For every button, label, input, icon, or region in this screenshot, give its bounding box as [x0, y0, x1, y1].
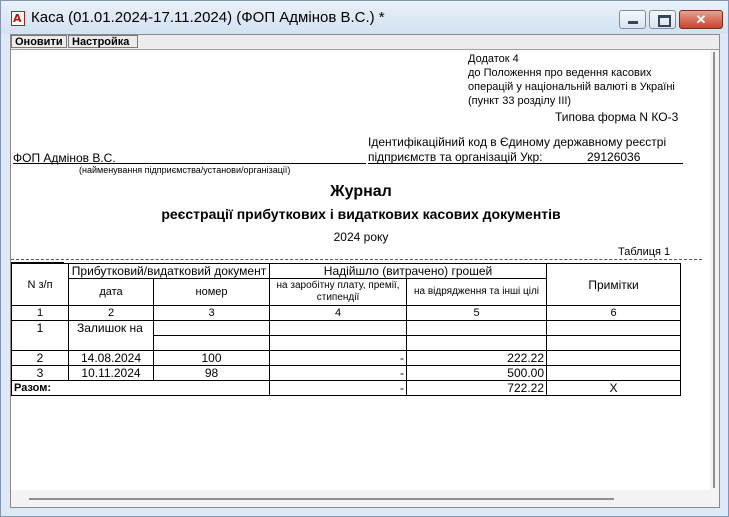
col-num-1: 1: [11, 305, 69, 321]
balance-label: Залишок на: [68, 320, 154, 351]
header-num: N з/п: [11, 263, 69, 306]
code-label-1: Ідентифікаційний код в Єдиному державном…: [368, 135, 667, 149]
header-received: Надійшло (витрачено) грошей: [269, 263, 547, 279]
col-num-3: 3: [153, 305, 270, 321]
table-row: 3 10.11.2024 98 - 500.00: [11, 365, 681, 381]
journal-title: Журнал: [330, 183, 392, 200]
header-date: дата: [68, 278, 154, 306]
row-number: 100: [153, 350, 270, 366]
row-num: 3: [11, 365, 69, 381]
row-number: 98: [153, 365, 270, 381]
balance-salary-2: [269, 335, 407, 351]
refresh-button[interactable]: Оновити: [11, 35, 67, 48]
column-number-row: 1 2 3 4 5 6: [11, 305, 681, 321]
appendix-line-3: операцій у національній валюті в Україні: [468, 81, 675, 93]
balance-travel-2: [406, 335, 547, 351]
title-bar[interactable]: A Каса (01.01.2024-17.11.2024) (ФОП Адмі…: [1, 1, 728, 34]
close-button[interactable]: ✕: [679, 10, 723, 29]
settings-button[interactable]: Настройка: [68, 35, 138, 48]
header-number: номер: [153, 278, 270, 306]
row-date: 10.11.2024: [68, 365, 154, 381]
balance-note-2: [546, 335, 681, 351]
header-travel: на відрядження та інші цілі: [406, 278, 547, 306]
code-label-2: підприємств та організацій Укр:: [368, 150, 543, 164]
appendix-line-2: до Положення про ведення касових: [468, 67, 652, 79]
row-salary: -: [269, 350, 407, 366]
minimize-button[interactable]: [619, 10, 646, 29]
company-underline: [13, 163, 366, 164]
journal-year: 2024 року: [333, 230, 389, 244]
balance-note: [546, 320, 681, 336]
company-caption: (найменування підприємства/установи/орга…: [79, 165, 291, 175]
journal-subtitle: реєстрації прибуткових і видаткових касо…: [161, 206, 561, 222]
table-label: Таблиця 1: [618, 246, 671, 258]
maximize-icon: [658, 15, 671, 27]
total-salary: -: [269, 380, 407, 396]
horizontal-scrollbar[interactable]: [11, 490, 719, 507]
horizontal-scroll-track[interactable]: [29, 498, 614, 500]
appendix-line-1: Додаток 4: [468, 53, 519, 65]
balance-number: [153, 320, 270, 336]
document-view: Додаток 4 до Положення про ведення касов…: [11, 50, 711, 490]
window-title: Каса (01.01.2024-17.11.2024) (ФОП Адміно…: [31, 9, 385, 26]
vertical-scroll-track[interactable]: [713, 52, 715, 488]
vertical-scrollbar[interactable]: [710, 50, 719, 490]
total-row: Разом: - 722.22 X: [11, 380, 681, 396]
code-value: 29126036: [587, 150, 641, 164]
toolbar: Оновити Настройка: [11, 35, 719, 50]
balance-travel: [406, 320, 547, 336]
total-travel: 722.22: [406, 380, 547, 396]
header-salary: на заробітну плату, премії, стипендії: [269, 278, 407, 306]
balance-number-2: [153, 335, 270, 351]
total-label: Разом:: [11, 380, 270, 396]
page-break-line: [11, 259, 702, 260]
table-row: 2 14.08.2024 100 - 222.22: [11, 350, 681, 366]
total-note: X: [546, 380, 681, 396]
app-window: A Каса (01.01.2024-17.11.2024) (ФОП Адмі…: [0, 0, 729, 517]
form-type: Типова форма N КО-3: [555, 110, 679, 124]
col-num-2: 2: [68, 305, 154, 321]
maximize-button[interactable]: [649, 10, 676, 29]
row-note: [546, 365, 681, 381]
row-note: [546, 350, 681, 366]
app-icon[interactable]: A: [11, 11, 25, 26]
row-travel: 500.00: [406, 365, 547, 381]
col-num-5: 5: [406, 305, 547, 321]
balance-salary: [269, 320, 407, 336]
balance-row: 1 Залишок на: [11, 320, 681, 351]
col-num-4: 4: [269, 305, 407, 321]
journal-table: N з/п Прибутковий/видатковий документ На…: [11, 263, 681, 396]
report-panel: Оновити Настройка Додаток 4 до Положення…: [10, 34, 720, 508]
close-icon: ✕: [695, 12, 707, 27]
row-travel: 222.22: [406, 350, 547, 366]
row-salary: -: [269, 365, 407, 381]
balance-num: 1: [11, 320, 69, 351]
header-notes: Примітки: [546, 263, 681, 306]
code-underline: [368, 163, 683, 164]
minimize-icon: [628, 21, 638, 24]
row-date: 14.08.2024: [68, 350, 154, 366]
appendix-line-4: (пункт 33 розділу ІІІ): [468, 95, 572, 107]
row-num: 2: [11, 350, 69, 366]
col-num-6: 6: [546, 305, 681, 321]
header-document: Прибутковий/видатковий документ: [68, 263, 270, 279]
